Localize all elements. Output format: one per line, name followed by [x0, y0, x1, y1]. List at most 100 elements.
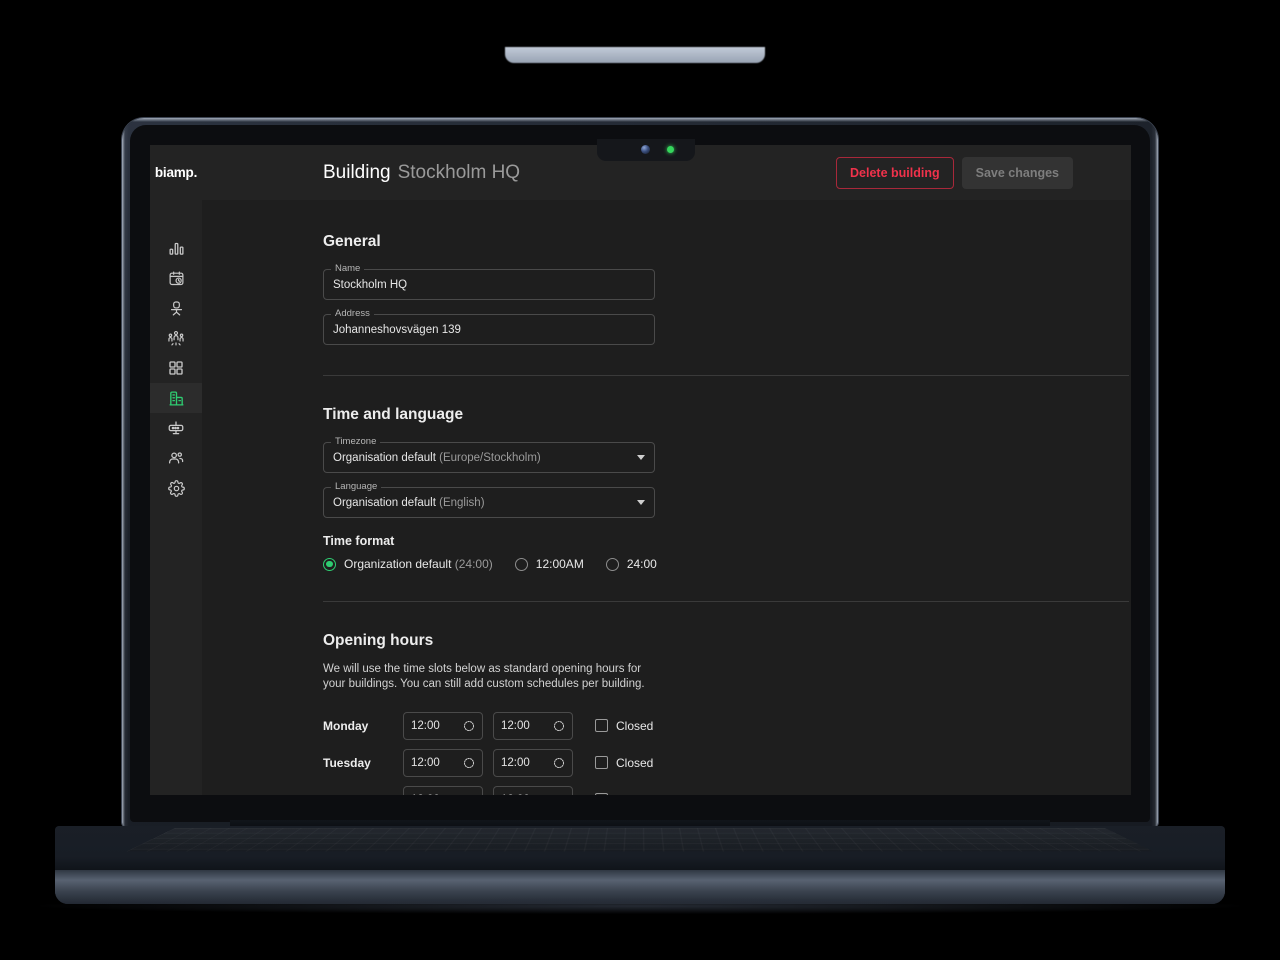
- sidebar: biamp.: [150, 145, 202, 795]
- topbar-actions: Delete building Save changes: [836, 156, 1073, 189]
- save-changes-button[interactable]: Save changes: [961, 156, 1073, 189]
- opening-hours-row-monday: Monday 12:00 12:00 Closed: [323, 711, 1073, 740]
- name-field[interactable]: Stockholm HQ Name: [323, 263, 655, 300]
- section-opening-hours: Opening hours We will use the time slots…: [323, 602, 1073, 795]
- address-field[interactable]: Johanneshovsvägen 139 Address: [323, 308, 655, 345]
- close-time-input[interactable]: 12:00: [493, 711, 573, 740]
- language-select-hint: (English): [439, 496, 485, 509]
- close-time-input[interactable]: 12:00: [493, 785, 573, 795]
- opening-hours-description: We will use the time slots below as stan…: [323, 663, 645, 691]
- closed-checkbox[interactable]: [595, 719, 608, 733]
- keyboard-keys: [126, 828, 1154, 852]
- open-time-input[interactable]: 12:00: [403, 748, 483, 777]
- open-time-value: 12:00: [411, 794, 440, 795]
- sidebar-item-spaces[interactable]: [150, 353, 202, 383]
- sidebar-item-buildings[interactable]: [150, 383, 202, 413]
- address-field-value: Johanneshovsvägen 139: [333, 323, 461, 336]
- day-label: Wednesday: [323, 793, 403, 795]
- webcam-icon: [641, 145, 650, 154]
- sidebar-item-analytics[interactable]: [150, 233, 202, 263]
- open-time-input[interactable]: 12:00: [403, 785, 483, 795]
- chevron-down-icon[interactable]: [637, 500, 645, 505]
- bar-chart-icon: [168, 240, 185, 257]
- users-icon: [167, 449, 185, 467]
- gear-icon: [167, 479, 185, 497]
- base-front-notch: [505, 47, 765, 63]
- office-chair-icon: [168, 300, 185, 317]
- time-format-option-org-default-label: Organization default (24:00): [344, 557, 493, 571]
- closed-checkbox[interactable]: [595, 793, 608, 795]
- time-format-option-24h-label: 24:00: [626, 557, 657, 571]
- radio-icon[interactable]: [605, 557, 619, 571]
- open-time-input[interactable]: 12:00: [403, 711, 483, 740]
- screen-viewport: biamp. Building Stockholm HQ Delete buil…: [150, 145, 1131, 795]
- clock-icon[interactable]: [553, 757, 565, 769]
- section-time-language: Time and language Organisation default (…: [323, 376, 1073, 571]
- sidebar-item-settings[interactable]: [150, 473, 202, 503]
- close-time-value: 12:00: [501, 719, 530, 732]
- opening-hours-row-wednesday: Wednesday 12:00 12:00: [323, 785, 1073, 795]
- day-label: Tuesday: [323, 755, 371, 770]
- closed-checkbox-wrap[interactable]: Closed: [595, 756, 653, 770]
- close-time-value: 12:00: [501, 794, 530, 795]
- close-time-value: 12:00: [501, 756, 530, 769]
- page-title: Building Stockholm HQ: [323, 162, 520, 184]
- closed-label: Closed: [616, 793, 653, 795]
- day-label: Monday: [323, 718, 369, 733]
- section-heading-opening-hours: Opening hours: [323, 632, 434, 649]
- people-flow-icon: [167, 329, 185, 347]
- section-heading-general: General: [323, 233, 381, 250]
- building-icon: [168, 390, 185, 407]
- clock-icon[interactable]: [553, 720, 565, 732]
- time-format-option-24h[interactable]: 24:00: [605, 557, 657, 571]
- closed-label: Closed: [616, 718, 654, 733]
- clock-icon[interactable]: [463, 720, 475, 732]
- name-field-value: Stockholm HQ: [333, 278, 408, 291]
- settings-scroll[interactable]: General Stockholm HQ Name Johanneshovsvä…: [323, 200, 1129, 795]
- laptop-base: [55, 826, 1225, 904]
- brand-logo: biamp.: [154, 165, 198, 180]
- time-format-option-12h[interactable]: 12:00AM: [514, 557, 584, 571]
- webcam-indicator-led-icon: [667, 146, 674, 153]
- timezone-select-value: Organisation default (Europe/Stockholm): [333, 451, 541, 464]
- closed-checkbox-wrap[interactable]: Closed: [595, 793, 653, 795]
- clock-icon[interactable]: [463, 794, 475, 795]
- radio-icon[interactable]: [514, 557, 528, 571]
- calendar-clock-icon: [168, 270, 185, 287]
- chevron-down-icon[interactable]: [637, 455, 645, 460]
- page-title-subtitle: Stockholm HQ: [397, 161, 521, 183]
- sidebar-item-bookings[interactable]: [150, 263, 202, 293]
- sidebar-item-desks[interactable]: [150, 293, 202, 323]
- closed-checkbox[interactable]: [595, 756, 608, 770]
- time-format-label: Time format: [323, 534, 395, 548]
- keyboard-deck: [55, 826, 1225, 870]
- sidebar-item-devices[interactable]: [150, 413, 202, 443]
- language-select[interactable]: Organisation default (English) Language: [323, 481, 655, 518]
- name-field-label: Name: [331, 263, 365, 274]
- address-field-label: Address: [331, 308, 374, 319]
- time-format-option-org-default[interactable]: Organization default (24:00): [323, 557, 493, 571]
- main-area: Building Stockholm HQ Delete building Sav…: [202, 145, 1131, 795]
- device-panel-icon: [167, 419, 185, 437]
- open-time-value: 12:00: [411, 756, 440, 769]
- settings-content: General Stockholm HQ Name Johanneshovsvä…: [202, 200, 1131, 795]
- grid-squares-icon: [168, 360, 184, 376]
- sidebar-item-users[interactable]: [150, 443, 202, 473]
- clock-icon[interactable]: [553, 794, 565, 795]
- timezone-select-label: Timezone: [331, 436, 381, 447]
- time-format-option-12h-label: 12:00AM: [535, 557, 584, 571]
- language-select-value: Organisation default (English): [333, 496, 485, 509]
- delete-building-button[interactable]: Delete building: [836, 156, 954, 189]
- opening-hours-row-tuesday: Tuesday 12:00 12:00 Closed: [323, 748, 1073, 777]
- page-title-primary: Building: [323, 161, 391, 183]
- clock-icon[interactable]: [463, 757, 475, 769]
- sidebar-item-people-flow[interactable]: [150, 323, 202, 353]
- radio-icon-selected[interactable]: [323, 557, 336, 571]
- section-heading-time-language: Time and language: [323, 406, 464, 423]
- timezone-select[interactable]: Organisation default (Europe/Stockholm) …: [323, 436, 655, 473]
- closed-checkbox-wrap[interactable]: Closed: [595, 719, 653, 733]
- sidebar-nav: [150, 200, 202, 503]
- time-format-radio-group: Organization default (24:00) 12:00AM 24:…: [323, 557, 1073, 571]
- name-field-box[interactable]: Stockholm HQ: [323, 269, 655, 300]
- close-time-input[interactable]: 12:00: [493, 748, 573, 777]
